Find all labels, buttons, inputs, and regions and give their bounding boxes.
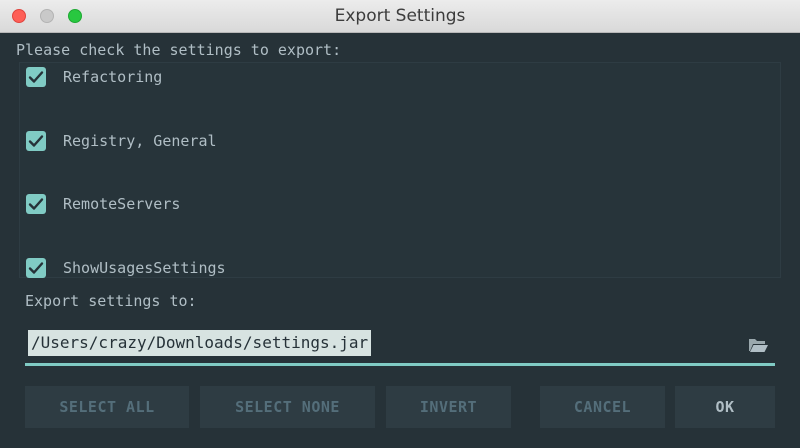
invert-button[interactable]: INVERT <box>386 386 511 428</box>
setting-checkbox-registry-general[interactable] <box>26 131 46 151</box>
setting-checkbox-show-usages-settings[interactable] <box>26 258 46 278</box>
ok-button[interactable]: OK <box>675 386 775 428</box>
setting-label: ShowUsagesSettings <box>63 259 226 277</box>
checkmark-icon <box>28 198 44 210</box>
title-bar: Export Settings <box>0 0 800 33</box>
export-path-label: Export settings to: <box>25 292 197 310</box>
settings-prompt: Please check the settings to export: <box>16 41 342 59</box>
setting-label: Registry, General <box>63 132 217 150</box>
folder-open-icon <box>749 339 768 352</box>
setting-row-registry-general[interactable]: Registry, General <box>26 130 217 152</box>
setting-label: Refactoring <box>63 68 163 86</box>
checkmark-icon <box>28 135 44 147</box>
cancel-button[interactable]: CANCEL <box>540 386 665 428</box>
checkmark-icon <box>28 71 44 83</box>
export-path-input[interactable]: /Users/crazy/Downloads/settings.jar <box>28 330 372 356</box>
export-path-field[interactable]: /Users/crazy/Downloads/settings.jar <box>25 326 775 366</box>
setting-row-show-usages-settings[interactable]: ShowUsagesSettings <box>26 257 226 279</box>
settings-list: Refactoring Registry, General RemoteServ… <box>19 62 781 278</box>
window-title: Export Settings <box>334 6 466 26</box>
setting-checkbox-remote-servers[interactable] <box>26 194 46 214</box>
setting-row-remote-servers[interactable]: RemoteServers <box>26 193 180 215</box>
setting-label: RemoteServers <box>63 195 181 213</box>
checkmark-icon <box>28 262 44 274</box>
export-settings-window: Export Settings Please check the setting… <box>0 0 800 448</box>
select-none-button[interactable]: SELECT NONE <box>200 386 375 428</box>
select-all-button[interactable]: SELECT ALL <box>25 386 189 428</box>
setting-row-refactoring[interactable]: Refactoring <box>26 66 162 88</box>
setting-checkbox-refactoring[interactable] <box>26 67 46 87</box>
browse-folder-button[interactable] <box>747 336 769 354</box>
